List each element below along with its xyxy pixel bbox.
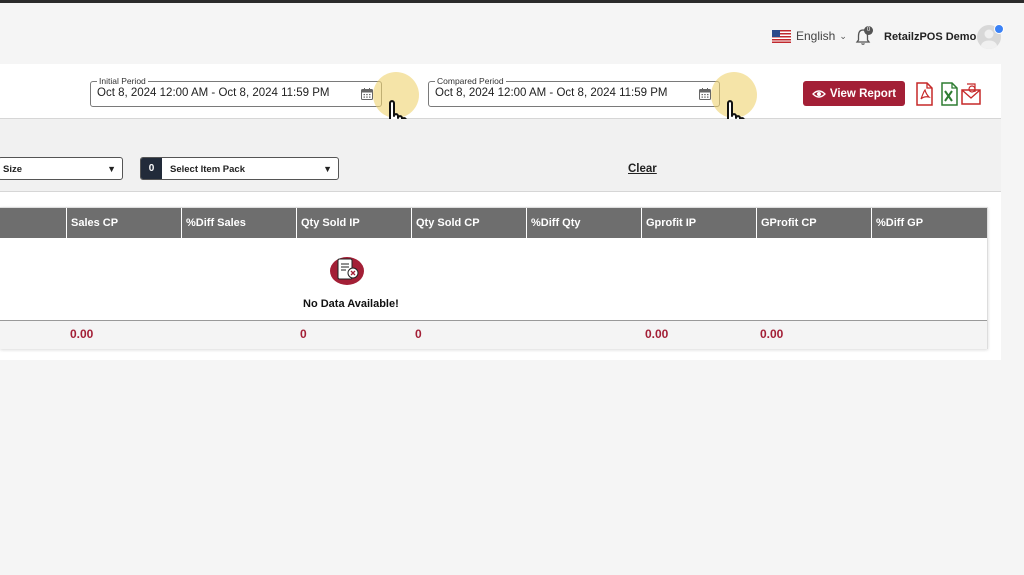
- initial-period-field[interactable]: Initial Period Oct 8, 2024 12:00 AM - Oc…: [90, 75, 382, 107]
- online-status-dot: [994, 24, 1004, 34]
- total-gprofit-cp: 0.00: [760, 327, 784, 341]
- report-table: Sales CP %Diff Sales Qty Sold IP Qty Sol…: [0, 207, 988, 349]
- totals-row: 0.00 0 0 0.00 0.00: [0, 320, 987, 349]
- size-select[interactable]: Size ▼: [0, 157, 123, 180]
- initial-period-value: Oct 8, 2024 12:00 AM - Oct 8, 2024 11:59…: [97, 87, 330, 99]
- report-panel: Initial Period Oct 8, 2024 12:00 AM - Oc…: [0, 64, 1001, 360]
- column-header[interactable]: Gprofit IP: [641, 208, 756, 238]
- clear-link[interactable]: Clear: [628, 163, 657, 175]
- dropdown-arrow-icon: ▼: [107, 164, 116, 174]
- filter-select-row: Size ▼ 0 Select Item Pack ▼ Clear: [0, 119, 1001, 192]
- item-pack-select[interactable]: 0 Select Item Pack ▼: [140, 157, 339, 180]
- initial-period-label: Initial Period: [97, 75, 148, 87]
- no-data-message: No Data Available!: [303, 298, 399, 310]
- table-header: Sales CP %Diff Sales Qty Sold IP Qty Sol…: [0, 208, 987, 238]
- total-qty-sold-ip: 0: [300, 327, 307, 341]
- size-select-label: Size: [3, 164, 23, 175]
- view-report-button[interactable]: View Report: [803, 81, 905, 106]
- empty-state: No Data Available!: [0, 238, 987, 320]
- top-bar: English ⌄ 0 RetailzPOS Demo: [0, 3, 1024, 63]
- us-flag-icon: [772, 29, 791, 43]
- column-header[interactable]: %Diff GP: [871, 208, 987, 238]
- column-header[interactable]: Qty Sold CP: [411, 208, 526, 238]
- dropdown-arrow-icon: ▼: [323, 164, 332, 174]
- chevron-down-icon: ⌄: [839, 30, 847, 41]
- compared-period-field[interactable]: Compared Period Oct 8, 2024 12:00 AM - O…: [428, 75, 720, 107]
- column-header[interactable]: GProfit CP: [756, 208, 871, 238]
- compared-period-value: Oct 8, 2024 12:00 AM - Oct 8, 2024 11:59…: [435, 87, 668, 99]
- column-header[interactable]: %Diff Sales: [181, 208, 296, 238]
- calendar-icon[interactable]: [699, 88, 711, 100]
- column-header[interactable]: %Diff Qty: [526, 208, 641, 238]
- calendar-icon[interactable]: [361, 88, 373, 100]
- language-selector[interactable]: English ⌄: [772, 29, 847, 43]
- notification-badge: 0: [864, 26, 873, 35]
- column-header[interactable]: Qty Sold IP: [296, 208, 411, 238]
- view-report-label: View Report: [829, 87, 897, 100]
- pdf-export-icon[interactable]: [914, 82, 934, 106]
- total-sales-cp: 0.00: [70, 327, 94, 341]
- language-label: English: [796, 29, 836, 43]
- filter-bar: Initial Period Oct 8, 2024 12:00 AM - Oc…: [0, 64, 1001, 138]
- email-export-icon[interactable]: [961, 82, 981, 106]
- total-gprofit-ip: 0.00: [645, 327, 669, 341]
- no-data-icon: [330, 257, 364, 285]
- item-pack-count-badge: 0: [141, 158, 162, 179]
- compared-period-label: Compared Period: [435, 75, 506, 87]
- total-qty-sold-cp: 0: [415, 327, 422, 341]
- excel-export-icon[interactable]: [939, 82, 959, 106]
- column-header[interactable]: Sales CP: [66, 208, 181, 238]
- eye-icon: [811, 89, 826, 98]
- item-pack-select-label: Select Item Pack: [170, 164, 245, 175]
- user-name[interactable]: RetailzPOS Demo: [884, 31, 976, 43]
